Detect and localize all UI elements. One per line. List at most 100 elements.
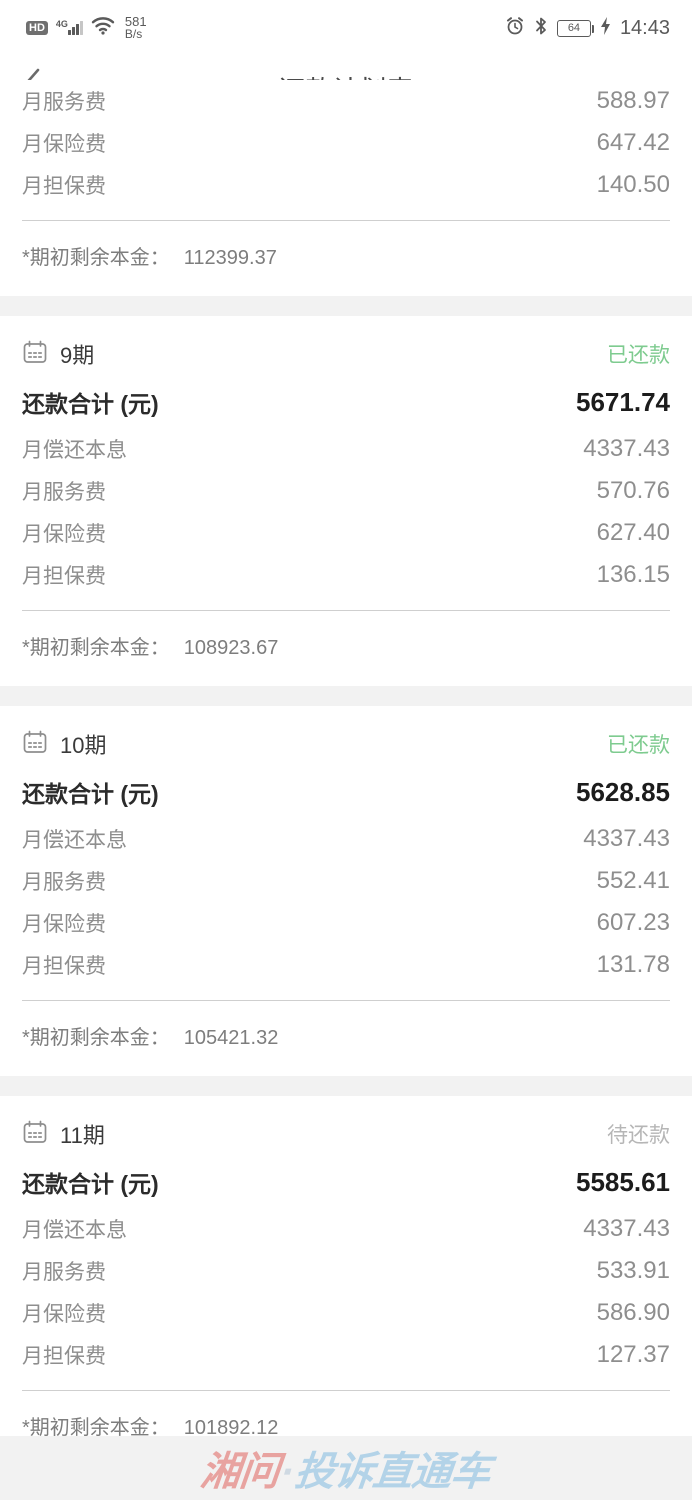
card-gap bbox=[0, 1076, 692, 1096]
row-value: 5628.85 bbox=[576, 776, 670, 807]
hd-icon: HD bbox=[26, 21, 48, 35]
status-bar-right: 64 14:43 bbox=[505, 16, 670, 41]
row-value: 4337.43 bbox=[583, 825, 670, 852]
status-badge: 已还款 bbox=[607, 344, 670, 367]
status-badge: 待还款 bbox=[607, 1124, 670, 1147]
remaining-principal-value: 112399.37 bbox=[183, 247, 277, 269]
row-value: 136.15 bbox=[596, 561, 670, 588]
row-value: 131.78 bbox=[596, 951, 670, 978]
row-label: 月服务费 bbox=[22, 481, 106, 504]
card-gap bbox=[0, 296, 692, 316]
network-type-label: 4G bbox=[55, 19, 68, 29]
network-speed-unit: B/s bbox=[124, 27, 143, 41]
row-value: 586.90 bbox=[596, 1299, 670, 1326]
row-principal-interest: 月偿还本息 4337.43 bbox=[22, 818, 670, 860]
watermark-brand: 湘问 bbox=[198, 1450, 282, 1494]
clock-label: 14:43 bbox=[619, 16, 670, 39]
watermark-text: 湘问·投诉直通车 bbox=[198, 1439, 493, 1497]
row-guarantee-fee: 月担保费 127.37 bbox=[22, 1334, 670, 1376]
row-value: 4337.43 bbox=[583, 435, 670, 462]
row-insurance-fee: 月保险费 607.23 bbox=[22, 902, 670, 944]
period-card-9[interactable]: 9期 已还款 还款合计 (元) 5671.74 月偿还本息 4337.43 月服… bbox=[0, 316, 692, 686]
remaining-principal-note: *期初剩余本金： 112399.37 bbox=[22, 221, 670, 296]
row-label: 月保险费 bbox=[22, 523, 106, 546]
period-label: 10期 bbox=[60, 733, 107, 758]
row-label: 月担保费 bbox=[22, 565, 106, 588]
row-value: 627.40 bbox=[596, 519, 670, 546]
repayment-schedule-list[interactable]: 月服务费 588.97 月保险费 647.42 月担保费 140.50 *期初剩… bbox=[0, 80, 692, 1500]
remaining-principal-note: *期初剩余本金： 108923.67 bbox=[22, 611, 670, 686]
row-service-fee: 月服务费 570.76 bbox=[22, 470, 670, 512]
row-insurance-fee: 月保险费 627.40 bbox=[22, 512, 670, 554]
row-label: 月担保费 bbox=[22, 1345, 106, 1368]
calendar-icon bbox=[22, 1119, 48, 1150]
period-title: 9期 bbox=[22, 338, 94, 370]
row-service-fee: 月服务费 552.41 bbox=[22, 860, 670, 902]
row-label: 月保险费 bbox=[22, 913, 106, 936]
row-value: 5671.74 bbox=[576, 386, 670, 417]
row-value: 140.50 bbox=[596, 171, 670, 198]
remaining-principal-label: *期初剩余本金： bbox=[22, 247, 170, 269]
row-label: 月服务费 bbox=[22, 1261, 106, 1284]
status-bar-left: HD 4G 581 B/s bbox=[26, 15, 147, 41]
row-label: 月服务费 bbox=[22, 871, 106, 894]
lightning-bolt-icon bbox=[600, 16, 611, 40]
row-label: 月保险费 bbox=[22, 1303, 106, 1326]
alarm-clock-icon bbox=[505, 16, 525, 41]
remaining-principal-value: 105421.32 bbox=[183, 1027, 279, 1049]
period-card-11[interactable]: 11期 待还款 还款合计 (元) 5585.61 月偿还本息 4337.43 月… bbox=[0, 1096, 692, 1466]
row-value: 607.23 bbox=[596, 909, 670, 936]
signal-bars-icon: 4G bbox=[55, 19, 83, 35]
row-label: 还款合计 (元) bbox=[22, 391, 159, 417]
network-speed: 581 B/s bbox=[125, 15, 147, 41]
row-label: 月偿还本息 bbox=[22, 829, 127, 852]
period-card-header: 9期 已还款 bbox=[22, 316, 670, 376]
row-service-fee: 月服务费 533.91 bbox=[22, 1250, 670, 1292]
row-insurance-fee: 月保险费 586.90 bbox=[22, 1292, 670, 1334]
remaining-principal-note: *期初剩余本金： 105421.32 bbox=[22, 1001, 670, 1076]
row-label: 月服务费 bbox=[22, 91, 106, 114]
row-total: 还款合计 (元) 5585.61 bbox=[22, 1156, 670, 1208]
remaining-principal-value: 108923.67 bbox=[183, 637, 279, 659]
wifi-icon bbox=[91, 16, 115, 40]
calendar-icon bbox=[22, 729, 48, 760]
row-label: 还款合计 (元) bbox=[22, 781, 159, 807]
bluetooth-icon bbox=[534, 16, 548, 41]
row-total: 还款合计 (元) 5671.74 bbox=[22, 376, 670, 428]
period-card-header: 10期 已还款 bbox=[22, 706, 670, 766]
row-value: 570.76 bbox=[596, 477, 670, 504]
remaining-principal-label: *期初剩余本金： bbox=[22, 1027, 170, 1049]
row-label: 月担保费 bbox=[22, 955, 106, 978]
period-label: 9期 bbox=[60, 343, 95, 368]
card-gap bbox=[0, 686, 692, 706]
period-card-partial[interactable]: 月服务费 588.97 月保险费 647.42 月担保费 140.50 *期初剩… bbox=[0, 80, 692, 296]
row-principal-interest: 月偿还本息 4337.43 bbox=[22, 428, 670, 470]
period-title: 11期 bbox=[22, 1118, 105, 1150]
row-guarantee-fee: 月担保费 136.15 bbox=[22, 554, 670, 596]
row-label: 月保险费 bbox=[22, 133, 106, 156]
status-bar: HD 4G 581 B/s 64 14:43 bbox=[0, 0, 692, 56]
watermark-tagline: 投诉直通车 bbox=[292, 1450, 493, 1494]
row-value: 588.97 bbox=[596, 87, 670, 114]
row-label: 还款合计 (元) bbox=[22, 1171, 159, 1197]
row-guarantee-fee: 月担保费 131.78 bbox=[22, 944, 670, 986]
battery-icon: 64 bbox=[556, 19, 595, 37]
row-value: 4337.43 bbox=[583, 1215, 670, 1242]
row-value: 533.91 bbox=[596, 1257, 670, 1284]
row-service-fee: 月服务费 588.97 bbox=[22, 80, 670, 122]
row-value: 5585.61 bbox=[576, 1166, 670, 1197]
watermark: 湘问·投诉直通车 bbox=[0, 1436, 692, 1500]
row-value: 127.37 bbox=[596, 1341, 670, 1368]
period-card-header: 11期 待还款 bbox=[22, 1096, 670, 1156]
row-guarantee-fee: 月担保费 140.50 bbox=[22, 164, 670, 206]
row-value: 647.42 bbox=[596, 129, 670, 156]
row-value: 552.41 bbox=[596, 867, 670, 894]
calendar-icon bbox=[22, 339, 48, 370]
period-card-10[interactable]: 10期 已还款 还款合计 (元) 5628.85 月偿还本息 4337.43 月… bbox=[0, 706, 692, 1076]
row-label: 月偿还本息 bbox=[22, 439, 127, 462]
remaining-principal-label: *期初剩余本金： bbox=[22, 637, 170, 659]
status-badge: 已还款 bbox=[607, 734, 670, 757]
battery-level: 64 bbox=[567, 22, 581, 34]
row-total: 还款合计 (元) 5628.85 bbox=[22, 766, 670, 818]
period-label: 11期 bbox=[60, 1123, 105, 1148]
